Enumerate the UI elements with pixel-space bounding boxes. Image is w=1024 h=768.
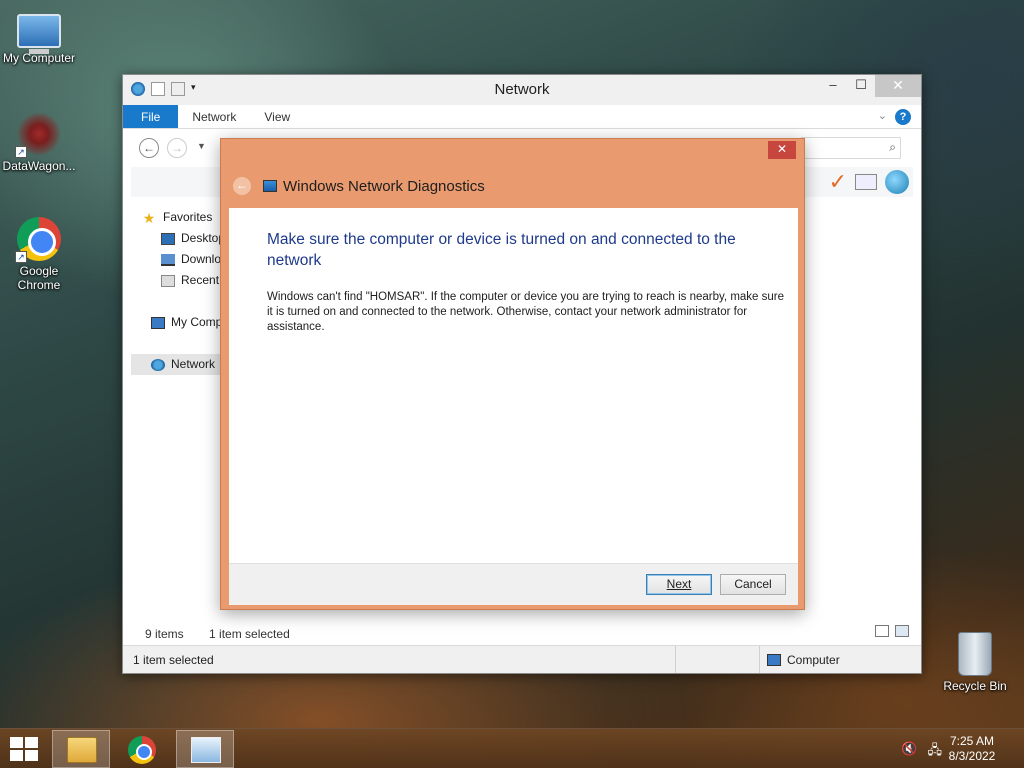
dialog-close-button[interactable]: ✕ <box>768 141 796 159</box>
nav-item-label: Downloads <box>181 252 221 266</box>
desktop-icon-recycle-bin[interactable]: Recycle Bin <box>933 632 1017 693</box>
recycle-bin-icon <box>958 632 992 676</box>
desktop-icon-label: Google Chrome <box>17 264 61 292</box>
dialog-title: Windows Network Diagnostics <box>283 177 485 195</box>
recent-icon <box>161 274 175 287</box>
status-location: Computer <box>767 653 840 667</box>
recent-locations-icon[interactable]: ▼ <box>197 141 206 151</box>
shortcut-arrow-icon: ↗ <box>15 146 27 158</box>
item-count-line: 9 items 1 item selected <box>145 627 312 641</box>
dialog-header: ← Windows Network Diagnostics <box>233 177 485 195</box>
nav-item-label: My Computer <box>171 315 221 329</box>
back-button[interactable]: ← <box>139 138 159 158</box>
divider <box>759 646 760 673</box>
network-diagnostics-dialog: ✕ ← Windows Network Diagnostics Make sur… <box>220 138 805 610</box>
details-view-icon[interactable] <box>875 625 889 637</box>
minimize-button[interactable]: – <box>819 75 847 97</box>
tab-file[interactable]: File <box>123 105 179 128</box>
volume-muted-icon[interactable]: 🔇 <box>901 741 917 763</box>
downloads-icon <box>161 253 175 266</box>
network-diagnostics-icon <box>191 737 221 763</box>
desktop-icon-label: Recycle Bin <box>943 679 1007 693</box>
search-icon: ⌕ <box>889 140 896 154</box>
nav-item-label: Network <box>171 357 216 371</box>
expand-ribbon-icon[interactable]: ⌄ <box>878 109 887 122</box>
status-selection: 1 item selected <box>133 653 214 667</box>
windows-logo-icon <box>10 750 23 761</box>
command-icons: ✓ <box>829 169 909 195</box>
desktop-icon-datawagon[interactable]: ↗ DataWagon... <box>0 112 81 173</box>
nav-item-recent[interactable]: Recent places <box>131 270 221 291</box>
chrome-icon: ↗ <box>15 217 61 263</box>
check-icon[interactable]: ✓ <box>829 169 847 195</box>
items-count: 9 items <box>145 627 184 641</box>
title-bar[interactable]: ▾ Network – ☐ ✕ <box>123 75 921 105</box>
close-button[interactable]: ✕ <box>875 75 921 97</box>
network-icon <box>151 358 165 371</box>
divider <box>675 646 676 673</box>
computer-icon <box>767 654 781 666</box>
tab-view[interactable]: View <box>250 105 304 128</box>
nav-item-network[interactable]: Network <box>131 354 221 375</box>
dialog-body: Make sure the computer or device is turn… <box>229 208 798 563</box>
back-arrow-icon[interactable]: ← <box>233 177 251 195</box>
tab-network[interactable]: Network <box>178 105 250 128</box>
window-title: Network <box>494 81 550 98</box>
star-icon: ★ <box>142 209 156 226</box>
status-bar: 1 item selected Computer <box>123 645 921 673</box>
desktop-icon-label: DataWagon... <box>2 159 76 173</box>
view-switcher <box>875 625 909 637</box>
windows-logo-icon <box>10 737 23 748</box>
desktop-icon-my-computer[interactable]: My Computer <box>0 8 81 65</box>
items-selected: 1 item selected <box>209 627 290 641</box>
desktop-icon-google-chrome[interactable]: ↗ Google Chrome <box>0 217 81 292</box>
nav-item-favorites[interactable]: ★ Favorites <box>131 207 221 228</box>
windows-logo-icon <box>25 737 38 748</box>
dialog-message: Windows can't find "HOMSAR". If the comp… <box>267 291 785 333</box>
taskbar-network-diagnostics[interactable] <box>176 730 234 768</box>
navigation-pane: ★ Favorites Desktop Downloads Recent pla… <box>131 207 221 375</box>
nav-item-desktop[interactable]: Desktop <box>131 228 221 249</box>
dialog-heading: Make sure the computer or device is turn… <box>267 231 736 269</box>
network-status-icon[interactable]: 🖧 <box>928 741 943 763</box>
help-icon[interactable]: ? <box>895 109 911 125</box>
dialog-footer: Next Cancel <box>229 563 798 605</box>
network-diagnostics-icon <box>263 180 277 192</box>
folder-icon <box>67 737 97 763</box>
maximize-button[interactable]: ☐ <box>847 75 875 97</box>
nav-item-downloads[interactable]: Downloads <box>131 249 221 270</box>
nav-item-label: Desktop <box>181 231 221 245</box>
large-icons-view-icon[interactable] <box>895 625 909 637</box>
window-controls: – ☐ ✕ <box>819 75 921 97</box>
shortcut-arrow-icon: ↗ <box>15 251 27 263</box>
next-button[interactable]: Next <box>646 574 712 595</box>
nav-item-my-computer[interactable]: My Computer <box>131 312 221 333</box>
computer-icon <box>17 14 61 54</box>
taskbar-file-explorer[interactable] <box>52 730 110 768</box>
nav-item-label: Favorites <box>163 210 213 224</box>
forward-button[interactable]: → <box>167 138 187 158</box>
nav-item-label: Recent places <box>181 273 221 287</box>
clock-date: 8/3/2022 <box>948 749 996 763</box>
cancel-button[interactable]: Cancel <box>720 574 786 595</box>
chrome-icon <box>128 736 156 764</box>
ribbon-tabs: File Network View ⌄ ? <box>123 105 921 129</box>
computer-icon <box>151 316 165 329</box>
start-button[interactable] <box>10 737 38 761</box>
windows-logo-icon <box>25 750 38 761</box>
clock[interactable]: 7:25 AM 8/3/2022 <box>942 734 1002 764</box>
tray-icons: 🔇 🖧 <box>901 741 942 763</box>
taskbar: 🔇 🖧 7:25 AM 8/3/2022 <box>0 728 1024 768</box>
shell-icon[interactable] <box>885 170 909 194</box>
datawagon-icon: ↗ <box>15 112 61 158</box>
mail-icon[interactable] <box>855 174 877 190</box>
status-location-label: Computer <box>787 653 840 667</box>
clock-time: 7:25 AM <box>949 734 995 748</box>
desktop-icon <box>161 232 175 245</box>
taskbar-chrome[interactable] <box>114 730 172 768</box>
search-input[interactable]: ⌕ <box>801 137 901 159</box>
